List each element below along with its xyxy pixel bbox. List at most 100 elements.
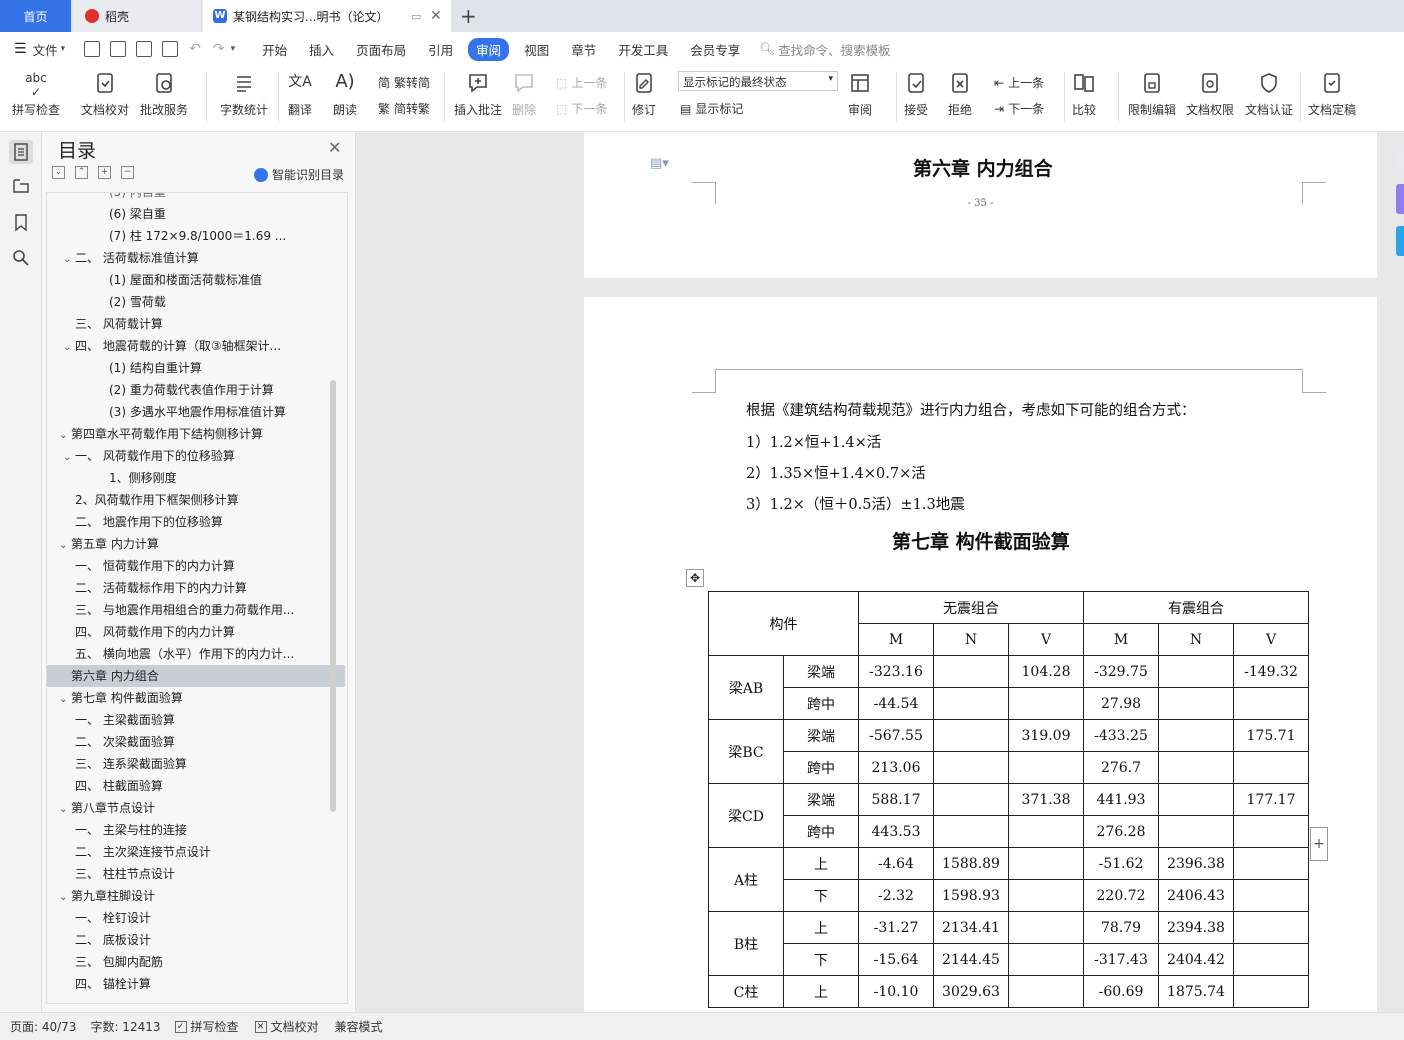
toc-item[interactable]: ⌄ 二、 活荷载标准值计算 xyxy=(47,247,345,269)
value-cell[interactable]: 1598.93 xyxy=(933,879,1009,912)
value-cell[interactable]: -149.32 xyxy=(1233,655,1309,688)
toc-item[interactable]: (1) 结构自重计算 xyxy=(47,357,345,379)
value-cell[interactable]: -4.64 xyxy=(858,847,934,880)
header-member[interactable]: 构件 xyxy=(708,591,859,656)
toc-item[interactable]: ⌄ 一、 风荷载作用下的位移验算 xyxy=(47,445,345,467)
restrict-editing-button[interactable]: 限制编辑 xyxy=(1128,68,1176,118)
value-cell[interactable]: 443.53 xyxy=(858,815,934,848)
tab-daoke[interactable]: 稻壳 xyxy=(73,0,201,32)
prev-change-button[interactable]: ⇤ 上一条 xyxy=(994,74,1044,91)
member-name[interactable]: 梁CD xyxy=(708,783,784,848)
toc-item[interactable]: 四、 锚栓计算 xyxy=(47,973,345,995)
menu-item-8[interactable]: 会员专享 xyxy=(679,40,751,59)
value-cell[interactable]: 441.93 xyxy=(1083,783,1159,816)
chevron-down-icon[interactable]: ⌄ xyxy=(63,249,75,269)
value-cell[interactable]: 276.7 xyxy=(1083,751,1159,784)
chevron-down-icon[interactable]: ⌄ xyxy=(59,689,71,709)
position-cell[interactable]: 梁端 xyxy=(783,783,859,816)
value-cell[interactable]: 2404.42 xyxy=(1158,943,1234,976)
value-cell[interactable]: 2406.43 xyxy=(1158,879,1234,912)
insert-comment-button[interactable]: 插入批注 xyxy=(454,68,502,118)
chevron-down-icon[interactable]: ⌄ xyxy=(59,887,71,907)
redo-icon[interactable]: ↷ xyxy=(213,41,225,57)
value-cell[interactable] xyxy=(933,655,1009,688)
value-cell[interactable]: 104.28 xyxy=(1008,655,1084,688)
toc-item[interactable]: ⌄ 四、 地震荷载的计算（取③轴框架计... xyxy=(47,335,345,357)
save-icon[interactable] xyxy=(84,41,101,57)
trad-to-simp-button[interactable]: 简繁转简 xyxy=(378,74,430,91)
value-cell[interactable]: 371.38 xyxy=(1008,783,1084,816)
monitor-icon[interactable]: ▭ xyxy=(411,10,421,23)
toc-item[interactable]: (3) 多遇水平地震作用标准值计算 xyxy=(47,401,345,423)
close-tab-icon[interactable]: ✕ xyxy=(430,8,442,24)
value-cell[interactable]: -15.64 xyxy=(858,943,934,976)
toc-item[interactable]: 四、 柱截面验算 xyxy=(47,775,345,797)
value-cell[interactable] xyxy=(1008,847,1084,880)
toc-item[interactable]: (2) 雪荷载 xyxy=(47,291,345,313)
document-cert-button[interactable]: 文档认证 xyxy=(1245,68,1293,118)
menu-item-0[interactable]: 开始 xyxy=(251,40,298,59)
toc-item[interactable]: 二、 地震作用下的位移验算 xyxy=(47,511,345,533)
value-cell[interactable] xyxy=(1008,911,1084,944)
position-cell[interactable]: 上 xyxy=(783,847,859,880)
navigation-icon[interactable] xyxy=(11,176,31,196)
search-icon[interactable] xyxy=(11,248,31,268)
position-cell[interactable]: 下 xyxy=(783,879,859,912)
show-marks-button[interactable]: ▤ 显示标记 xyxy=(680,100,743,117)
value-cell[interactable]: 1875.74 xyxy=(1158,975,1234,1008)
toc-item[interactable]: 三、 连系梁截面验算 xyxy=(47,753,345,775)
add-level-icon[interactable]: + xyxy=(98,166,111,179)
value-cell[interactable]: 319.09 xyxy=(1008,719,1084,752)
value-cell[interactable]: -51.62 xyxy=(1083,847,1159,880)
next-comment-button[interactable]: ⬚ 下一条 xyxy=(556,100,607,117)
close-icon[interactable]: ✕ xyxy=(328,138,341,157)
value-cell[interactable] xyxy=(933,815,1009,848)
value-cell[interactable]: 2394.38 xyxy=(1158,911,1234,944)
value-cell[interactable]: -433.25 xyxy=(1083,719,1159,752)
value-cell[interactable]: 78.79 xyxy=(1083,911,1159,944)
value-cell[interactable] xyxy=(1158,783,1234,816)
paragraph-menu-icon[interactable]: ▤▾ xyxy=(650,156,669,171)
page-indicator[interactable]: 页面: 40/73 xyxy=(10,1018,76,1035)
spell-check-button[interactable]: abc ✓ 拼写检查 xyxy=(12,68,60,118)
toc-item[interactable]: (7) 柱 172×9.8/1000＝1.69 ... xyxy=(47,225,345,247)
prev-comment-button[interactable]: ⬚ 上一条 xyxy=(556,74,607,91)
toc-item[interactable]: (6) 梁自重 xyxy=(47,203,345,225)
toc-item[interactable]: 四、 风荷载作用下的内力计算 xyxy=(47,621,345,643)
bookmark-icon[interactable] xyxy=(11,212,31,232)
member-name[interactable]: 梁AB xyxy=(708,655,784,720)
ai-assistant-icon[interactable] xyxy=(1396,184,1404,214)
menu-item-3[interactable]: 引用 xyxy=(417,40,464,59)
member-name[interactable]: A柱 xyxy=(708,847,784,912)
toc-item[interactable]: 三、 与地震作用相组合的重力荷载作用... xyxy=(47,599,345,621)
value-cell[interactable] xyxy=(1233,687,1309,720)
toc-panel-button[interactable] xyxy=(9,140,33,164)
quick-access-more-icon[interactable]: ▾ xyxy=(231,44,236,54)
chevron-down-icon[interactable]: ▾ xyxy=(61,44,66,54)
position-cell[interactable]: 跨中 xyxy=(783,751,859,784)
value-cell[interactable]: 276.28 xyxy=(1083,815,1159,848)
status-spell-check[interactable]: ✓ 拼写检查 xyxy=(174,1018,239,1035)
position-cell[interactable]: 下 xyxy=(783,943,859,976)
status-proofread[interactable]: ✕ 文档校对 xyxy=(254,1018,319,1035)
toc-item[interactable]: 一、 恒荷载作用下的内力计算 xyxy=(47,555,345,577)
toc-item[interactable]: ⌄ 第九章柱脚设计 xyxy=(47,885,345,907)
export-icon[interactable] xyxy=(110,41,127,57)
toc-item[interactable]: 三、 风荷载计算 xyxy=(47,313,345,335)
toc-item[interactable]: ⌄ 第八章节点设计 xyxy=(47,797,345,819)
value-cell[interactable]: -329.75 xyxy=(1083,655,1159,688)
header-sub[interactable]: V xyxy=(1008,623,1084,656)
value-cell[interactable] xyxy=(1233,751,1309,784)
toc-item[interactable]: 一、 主梁截面验算 xyxy=(47,709,345,731)
table-move-handle-icon[interactable]: ✥ xyxy=(686,569,704,587)
value-cell[interactable]: 2144.45 xyxy=(933,943,1009,976)
header-sub[interactable]: M xyxy=(858,623,934,656)
toc-item[interactable]: 二、 次梁截面验算 xyxy=(47,731,345,753)
value-cell[interactable]: 3029.63 xyxy=(933,975,1009,1008)
batch-review-button[interactable]: 批改服务 xyxy=(140,68,188,118)
value-cell[interactable] xyxy=(1233,815,1309,848)
add-column-icon[interactable]: + xyxy=(1310,827,1328,861)
value-cell[interactable]: 2134.41 xyxy=(933,911,1009,944)
toc-item[interactable]: ⌄ 第四章水平荷载作用下结构侧移计算 xyxy=(47,423,345,445)
finalize-button[interactable]: 文档定稿 xyxy=(1308,68,1356,118)
